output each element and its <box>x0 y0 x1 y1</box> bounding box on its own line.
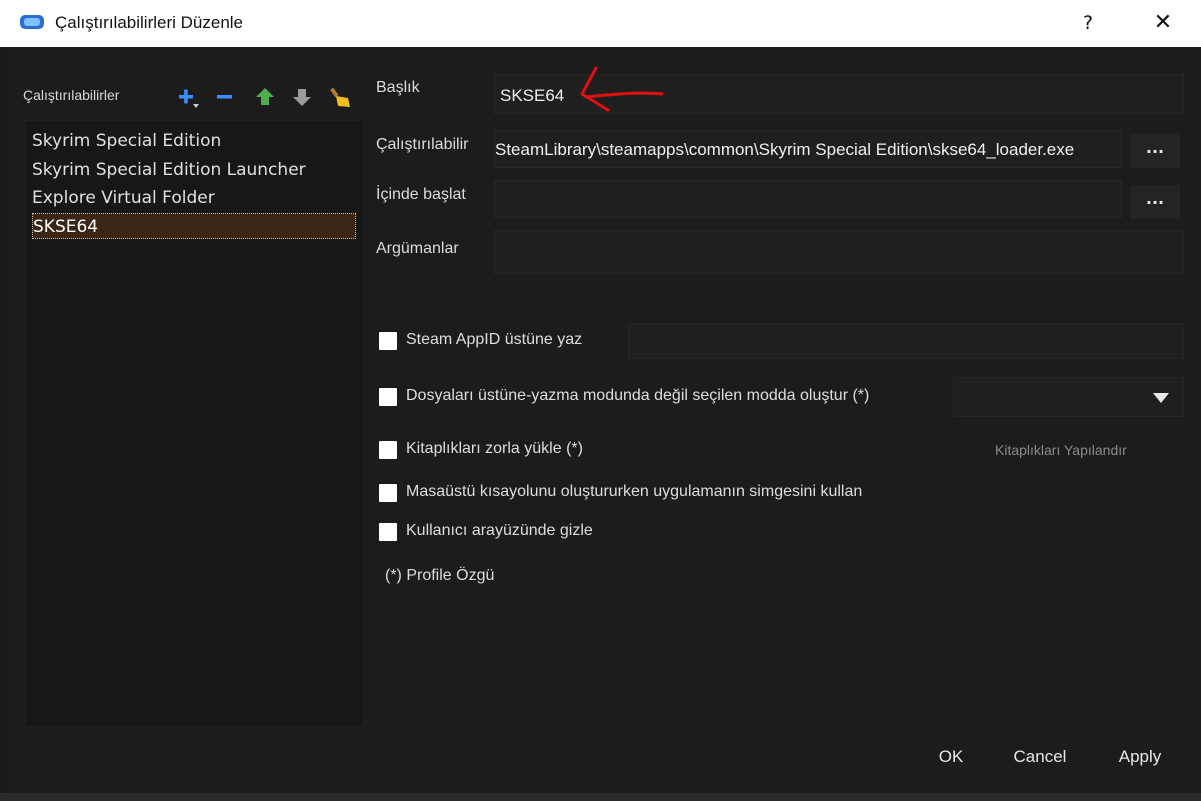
title-bar: Çalıştırılabilirleri Düzenle ? ✕ <box>0 0 1201 47</box>
ok-button[interactable]: OK <box>928 740 974 774</box>
steam-appid-input[interactable] <box>628 323 1184 359</box>
create-files-checkbox[interactable] <box>379 388 397 406</box>
configure-libraries-button[interactable]: Kitaplıkları Yapılandır <box>995 442 1127 458</box>
title-label: Başlık <box>376 79 420 96</box>
mod-select-dropdown[interactable] <box>953 377 1184 417</box>
hide-in-ui-label: Kullanıcı arayüzünde gizle <box>406 522 593 539</box>
force-libraries-checkbox[interactable] <box>379 441 397 459</box>
use-app-icon-checkbox[interactable] <box>379 484 397 502</box>
window-title: Çalıştırılabilirleri Düzenle <box>55 13 244 32</box>
app-icon <box>20 15 44 29</box>
list-item[interactable]: Explore Virtual Folder <box>32 185 356 211</box>
binary-path: SteamLibrary\steamapps\common\Skyrim Spe… <box>495 140 1075 159</box>
arguments-label: Argümanlar <box>376 240 459 257</box>
force-libraries-label: Kitaplıkları zorla yükle (*) <box>406 440 583 457</box>
cancel-button[interactable]: Cancel <box>1006 740 1074 774</box>
apply-button[interactable]: Apply <box>1110 740 1170 774</box>
executables-list[interactable]: Skyrim Special Edition Skyrim Special Ed… <box>25 120 364 727</box>
remove-icon[interactable] <box>213 84 237 110</box>
executables-label: Çalıştırılabilirler <box>23 87 120 103</box>
hide-in-ui-checkbox[interactable] <box>379 523 397 541</box>
clean-icon[interactable] <box>328 84 352 110</box>
help-button[interactable]: ? <box>1078 8 1098 38</box>
binary-label: Çalıştırılabilir <box>376 136 469 153</box>
move-up-icon[interactable] <box>253 84 277 110</box>
steam-appid-checkbox[interactable] <box>379 332 397 350</box>
workdir-label: İçinde başlat <box>376 186 466 203</box>
chevron-down-icon[interactable] <box>1153 393 1169 403</box>
binary-browse-button[interactable]: ... <box>1130 134 1180 168</box>
workdir-browse-button[interactable]: ... <box>1130 185 1180 219</box>
list-item[interactable]: Skyrim Special Edition Launcher <box>32 157 356 183</box>
bottom-edge <box>0 793 1201 801</box>
steam-appid-label: Steam AppID üstüne yaz <box>406 331 583 348</box>
red-arrow-annotation <box>580 66 664 112</box>
close-button[interactable]: ✕ <box>1148 8 1178 38</box>
use-app-icon-label: Masaüstü kısayolunu oluştururken uygulam… <box>406 483 863 500</box>
list-item[interactable]: Skyrim Special Edition <box>32 128 356 154</box>
add-icon[interactable] <box>176 84 200 110</box>
workdir-input[interactable] <box>494 180 1122 218</box>
list-item-selected[interactable]: SKSE64 <box>32 213 356 239</box>
profile-specific-note: (*) Profile Özgü <box>385 567 495 584</box>
create-files-label: Dosyaları üstüne-yazma modunda değil seç… <box>406 387 870 404</box>
binary-input[interactable]: SteamLibrary\steamapps\common\Skyrim Spe… <box>494 130 1122 168</box>
arguments-input[interactable] <box>494 230 1184 274</box>
move-down-icon[interactable] <box>290 84 314 110</box>
